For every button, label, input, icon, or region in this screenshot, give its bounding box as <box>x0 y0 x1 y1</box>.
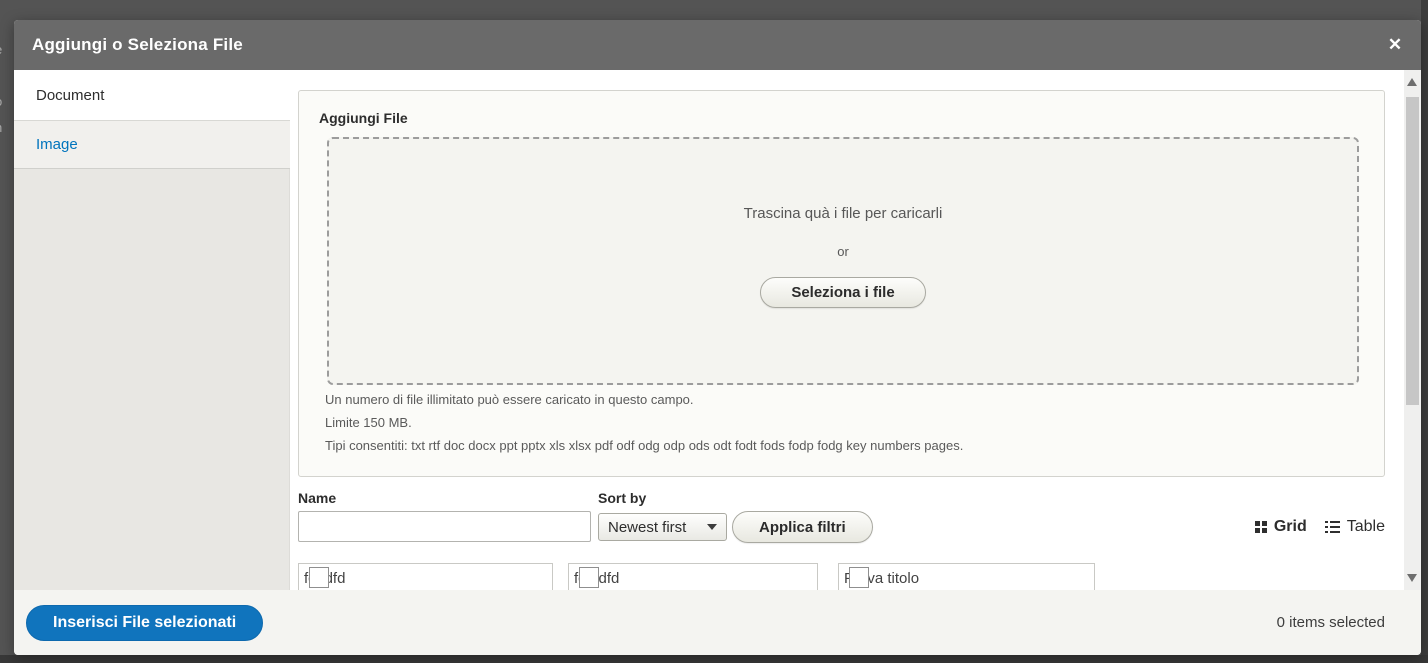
select-files-button[interactable]: Seleziona i file <box>760 277 925 308</box>
selected-items-status: 0 items selected <box>1277 614 1385 631</box>
close-button[interactable]: ✕ <box>1381 31 1409 59</box>
media-library-content: Aggiungi File Trascina quà i file per ca… <box>290 70 1404 590</box>
dropzone-hint: Trascina quà i file per caricarli <box>744 205 943 222</box>
add-file-fieldset: Aggiungi File Trascina quà i file per ca… <box>298 90 1385 477</box>
add-file-legend: Aggiungi File <box>319 110 408 126</box>
modal-footer: Inserisci File selezionati 0 items selec… <box>14 590 1421 655</box>
sidebar-item-image[interactable]: Image <box>14 121 290 169</box>
table-icon <box>1325 521 1340 533</box>
background-text-fragment: o <box>0 94 13 110</box>
media-item-checkbox[interactable] <box>849 567 869 588</box>
media-item-checkbox[interactable] <box>309 567 329 588</box>
sort-by-label: Sort by <box>598 490 646 506</box>
grid-view-label: Grid <box>1274 518 1307 536</box>
grid-view-toggle[interactable]: Grid <box>1255 518 1307 536</box>
media-item-card[interactable]: fdffdfd <box>298 563 553 590</box>
name-filter-input[interactable] <box>298 511 591 542</box>
sidebar-filler <box>14 169 290 590</box>
media-item-card[interactable]: fdfffdfd <box>568 563 818 590</box>
name-filter-label: Name <box>298 490 336 506</box>
sort-select[interactable]: Newest first <box>598 513 727 541</box>
table-view-label: Table <box>1347 518 1385 536</box>
media-type-sidebar: Document Image <box>14 70 290 590</box>
background-text-fragment: n <box>0 120 13 136</box>
apply-filters-button[interactable]: Applica filtri <box>732 511 873 543</box>
overlay-edge-bottom <box>0 655 1428 663</box>
sidebar-item-label: Document <box>36 87 104 104</box>
insert-selected-button[interactable]: Inserisci File selezionati <box>26 605 263 641</box>
upload-help-line: Limite 150 MB. <box>325 411 963 434</box>
file-dropzone[interactable]: Trascina quà i file per caricarli or Sel… <box>327 137 1359 385</box>
media-library-modal: Aggiungi o Seleziona File ✕ Document Ima… <box>14 20 1421 655</box>
grid-icon <box>1255 521 1267 533</box>
sort-selected-value: Newest first <box>608 519 707 536</box>
modal-titlebar: Aggiungi o Seleziona File ✕ <box>14 20 1421 70</box>
background-text-fragment: e <box>0 42 13 58</box>
media-item-card[interactable]: Prova titolo <box>838 563 1095 590</box>
upload-help-line: Un numero di file illimitato può essere … <box>325 388 963 411</box>
background-page-fragments: e l o n <box>0 42 13 262</box>
sidebar-item-document[interactable]: Document <box>14 70 290 121</box>
background-text-fragment: l <box>0 68 13 84</box>
table-view-toggle[interactable]: Table <box>1325 518 1385 536</box>
upload-help-line: Tipi consentiti: txt rtf doc docx ppt pp… <box>325 434 963 457</box>
scrollbar-thumb[interactable] <box>1406 97 1419 405</box>
chevron-down-icon <box>707 524 717 530</box>
close-icon: ✕ <box>1388 35 1402 54</box>
scroll-up-arrow-icon[interactable] <box>1407 78 1417 86</box>
upload-help-text: Un numero di file illimitato può essere … <box>325 388 963 457</box>
media-item-checkbox[interactable] <box>579 567 599 588</box>
dropzone-or-separator: or <box>837 244 849 259</box>
sidebar-item-label: Image <box>36 136 78 153</box>
view-switcher: Grid Table <box>1220 518 1385 536</box>
scroll-down-arrow-icon[interactable] <box>1407 574 1417 582</box>
modal-title: Aggiungi o Seleziona File <box>32 35 243 55</box>
overlay-edge-right <box>1421 0 1428 663</box>
content-scrollbar[interactable] <box>1404 70 1421 590</box>
